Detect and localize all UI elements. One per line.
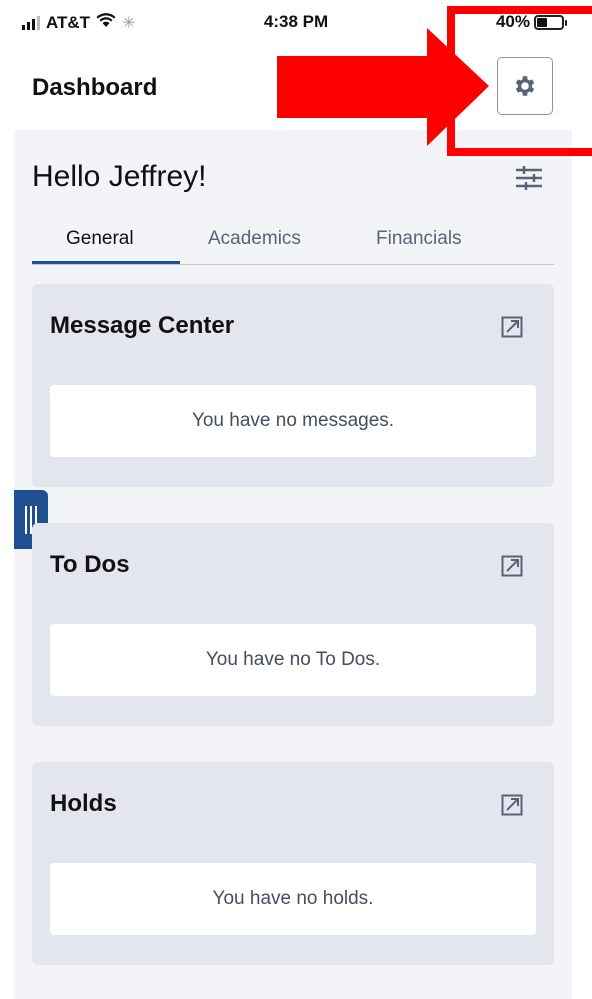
card-body: You have no messages. <box>50 385 536 457</box>
tab-academics[interactable]: Academics <box>208 228 301 250</box>
external-link-icon[interactable] <box>500 315 524 339</box>
message-center-card: Message Center You have no messages. <box>32 284 554 487</box>
settings-button[interactable] <box>497 57 553 115</box>
tab-general[interactable]: General <box>66 228 134 250</box>
to-dos-card: To Dos You have no To Dos. <box>32 523 554 726</box>
greeting-heading: Hello Jeffrey! <box>32 160 207 193</box>
external-link-icon[interactable] <box>500 793 524 817</box>
page-title: Dashboard <box>32 74 158 101</box>
dashboard-tabs: General Academics Financials <box>32 220 554 265</box>
card-body: You have no holds. <box>50 863 536 935</box>
holds-card: Holds You have no holds. <box>32 762 554 965</box>
card-title: Message Center <box>50 312 235 339</box>
annotation-arrow-icon <box>277 28 489 146</box>
card-title: To Dos <box>50 551 130 578</box>
filter-sliders-icon[interactable] <box>514 164 544 194</box>
active-tab-indicator <box>32 261 180 264</box>
gear-icon <box>515 76 535 96</box>
external-link-icon[interactable] <box>500 554 524 578</box>
card-title: Holds <box>50 790 117 817</box>
card-body: You have no To Dos. <box>50 624 536 696</box>
tab-financials[interactable]: Financials <box>376 228 462 250</box>
